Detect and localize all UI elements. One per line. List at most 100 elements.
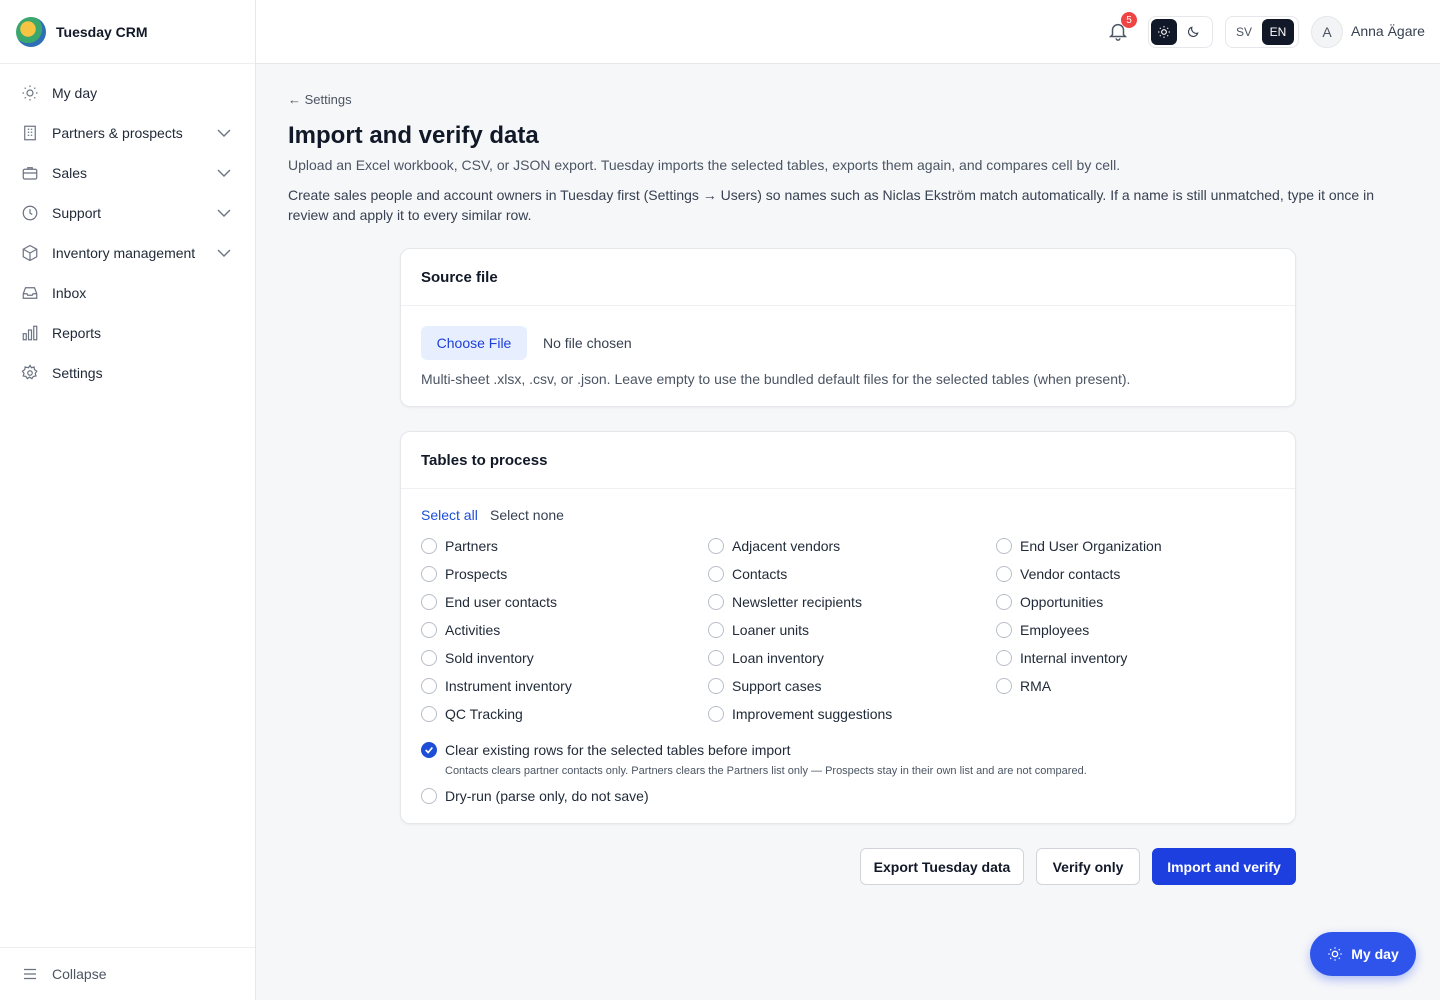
table-option[interactable]: QC Tracking: [421, 704, 523, 724]
brand[interactable]: Tuesday CRM: [0, 0, 255, 64]
option-label: Loan inventory: [732, 650, 824, 666]
table-option[interactable]: Loan inventory: [708, 648, 824, 668]
file-hint: Multi-sheet .xlsx, .csv, or .json. Leave…: [421, 371, 1131, 387]
option-checkbox[interactable]: [708, 566, 724, 582]
option-checkbox[interactable]: [421, 622, 437, 638]
table-option[interactable]: Employees: [996, 620, 1089, 640]
dry-run-option[interactable]: Dry-run (parse only, do not save): [421, 786, 649, 806]
option-label: Employees: [1020, 622, 1090, 638]
chevron-down-icon[interactable]: [216, 245, 232, 261]
table-option[interactable]: Internal inventory: [996, 648, 1127, 668]
language-toggle: SV EN: [1225, 16, 1299, 48]
sun-icon: [1157, 26, 1170, 38]
moon-icon: [1188, 26, 1199, 37]
option-checkbox[interactable]: [421, 678, 437, 694]
option-checkbox[interactable]: [708, 678, 724, 694]
theme-toggle: [1148, 16, 1213, 48]
clear-rows-checkbox[interactable]: [421, 742, 437, 758]
option-checkbox[interactable]: [996, 566, 1012, 582]
option-label: Prospects: [445, 566, 508, 582]
clear-rows-option[interactable]: Clear existing rows for the selected tab…: [421, 740, 791, 760]
gear-icon: [21, 364, 39, 382]
dry-run-checkbox[interactable]: [421, 788, 437, 804]
option-checkbox[interactable]: [421, 650, 437, 666]
option-label: Newsletter recipients: [732, 594, 862, 610]
app-logo: [16, 16, 46, 47]
verify-only-button[interactable]: Verify only: [1036, 848, 1140, 885]
choose-file-button[interactable]: Choose File: [421, 326, 527, 360]
notification-badge: 5: [1121, 12, 1137, 28]
option-checkbox[interactable]: [708, 538, 724, 554]
dark-theme-button[interactable]: [1181, 19, 1207, 45]
chevron-down-icon[interactable]: [216, 205, 232, 221]
sidebar-item-inventory[interactable]: Inventory management: [0, 233, 255, 273]
option-checkbox[interactable]: [421, 594, 437, 610]
collapse-button[interactable]: Collapse: [0, 947, 255, 1000]
avatar[interactable]: A: [1311, 16, 1343, 48]
collapse-label: Collapse: [52, 966, 107, 982]
table-option[interactable]: RMA: [996, 676, 1051, 696]
table-option[interactable]: Loaner units: [708, 620, 809, 640]
sidebar-item-label: Inbox: [52, 285, 87, 301]
sidebar-item-reports[interactable]: Reports: [0, 313, 255, 353]
fab-label: My day: [1351, 946, 1399, 962]
option-checkbox[interactable]: [996, 678, 1012, 694]
option-label: Activities: [445, 622, 501, 638]
option-label: Contacts: [732, 566, 788, 582]
option-checkbox[interactable]: [421, 566, 437, 582]
sun-icon: [21, 84, 39, 102]
briefcase-icon: [21, 164, 39, 182]
table-option[interactable]: Improvement suggestions: [708, 704, 892, 724]
sidebar-item-partners[interactable]: Partners & prospects: [0, 113, 255, 153]
lang-sv-button[interactable]: SV: [1228, 19, 1260, 45]
back-link[interactable]: ← Settings: [288, 92, 352, 107]
table-option[interactable]: End user contacts: [421, 592, 557, 612]
table-option[interactable]: Newsletter recipients: [708, 592, 862, 612]
table-option[interactable]: Opportunities: [996, 592, 1103, 612]
option-checkbox[interactable]: [996, 594, 1012, 610]
option-checkbox[interactable]: [996, 538, 1012, 554]
sidebar-item-sales[interactable]: Sales: [0, 153, 255, 193]
option-label: End User Organization: [1020, 538, 1162, 554]
select-none-link[interactable]: Select none: [490, 507, 564, 523]
option-label: Vendor contacts: [1020, 566, 1121, 582]
option-checkbox[interactable]: [708, 622, 724, 638]
chevron-down-icon[interactable]: [216, 125, 232, 141]
user-name[interactable]: Anna Ägare: [1351, 23, 1425, 39]
option-label: Adjacent vendors: [732, 538, 841, 554]
option-checkbox[interactable]: [708, 650, 724, 666]
sidebar-item-settings[interactable]: Settings: [0, 353, 255, 393]
chevron-down-icon[interactable]: [216, 165, 232, 181]
light-theme-button[interactable]: [1151, 19, 1177, 45]
sidebar-item-inbox[interactable]: Inbox: [0, 273, 255, 313]
table-option[interactable]: Adjacent vendors: [708, 536, 840, 556]
table-option[interactable]: Instrument inventory: [421, 676, 572, 696]
option-checkbox[interactable]: [708, 706, 724, 722]
my-day-fab[interactable]: My day: [1310, 932, 1416, 976]
table-option[interactable]: Support cases: [708, 676, 822, 696]
table-option[interactable]: Sold inventory: [421, 648, 534, 668]
table-option[interactable]: Prospects: [421, 564, 507, 584]
export-button[interactable]: Export Tuesday data: [860, 848, 1024, 885]
table-option[interactable]: Activities: [421, 620, 500, 640]
table-option[interactable]: Vendor contacts: [996, 564, 1120, 584]
import-and-verify-button[interactable]: Import and verify: [1152, 848, 1296, 885]
option-checkbox[interactable]: [708, 594, 724, 610]
option-checkbox[interactable]: [421, 538, 437, 554]
lang-en-button[interactable]: EN: [1262, 19, 1294, 45]
option-label: RMA: [1020, 678, 1052, 694]
sidebar-item-support[interactable]: Support: [0, 193, 255, 233]
select-all-link[interactable]: Select all: [421, 507, 478, 523]
table-option[interactable]: End User Organization: [996, 536, 1162, 556]
page-note: Create sales people and account owners i…: [288, 187, 1374, 223]
option-label: Partners: [445, 538, 498, 554]
menu-icon: [24, 968, 36, 980]
lifebuoy-icon: [21, 204, 39, 222]
option-checkbox[interactable]: [996, 622, 1012, 638]
sidebar-item-my-day[interactable]: My day: [0, 73, 255, 113]
table-option[interactable]: Contacts: [708, 564, 787, 584]
table-option[interactable]: Partners: [421, 536, 498, 556]
sidebar-item-label: Reports: [52, 325, 102, 341]
option-checkbox[interactable]: [996, 650, 1012, 666]
option-checkbox[interactable]: [421, 706, 437, 722]
